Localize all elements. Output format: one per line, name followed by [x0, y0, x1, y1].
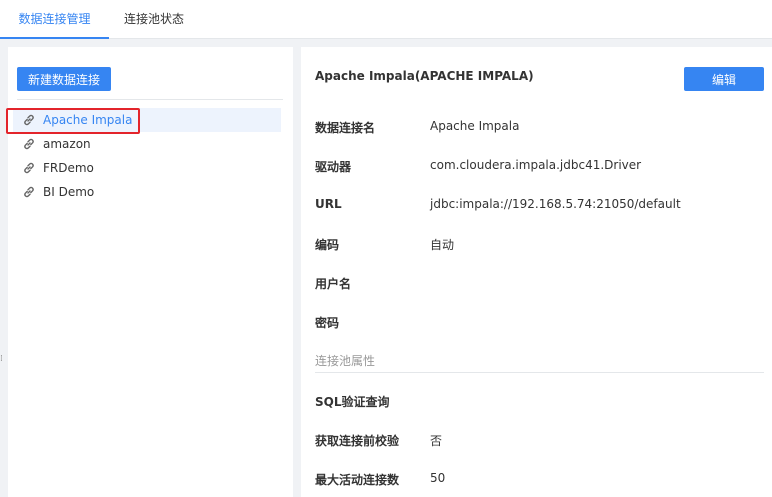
link-icon: [24, 114, 34, 126]
field-validate-before-get: 获取连接前校验 否: [315, 432, 755, 452]
link-icon: [24, 186, 34, 198]
tab-data-connection-management[interactable]: 数据连接管理: [0, 0, 109, 39]
field-label: 编码: [315, 238, 340, 252]
connection-label: Apache Impala: [43, 113, 133, 127]
tab-connection-pool-status[interactable]: 连接池状态: [109, 0, 199, 39]
field-label: 最大活动连接数: [315, 473, 400, 487]
field-value: 50: [430, 471, 446, 485]
left-divider: [17, 99, 283, 100]
connection-detail-pane: Apache Impala(APACHE IMPALA) 编辑 数据连接名 Ap…: [301, 47, 772, 497]
field-driver: 驱动器 com.cloudera.impala.jdbc41.Driver: [315, 158, 755, 178]
connection-list: Apache Impala amazon FRDemo BI Demo: [13, 108, 281, 204]
new-connection-button[interactable]: 新建数据连接: [17, 67, 111, 91]
link-icon: [24, 162, 34, 174]
connection-list-pane: 新建数据连接 Apache Impala amazon FRDemo BI De…: [8, 47, 293, 497]
pool-section-divider: [315, 372, 764, 373]
pane-splitter[interactable]: [293, 47, 301, 497]
field-username: 用户名: [315, 275, 755, 295]
connection-item-bi-demo[interactable]: BI Demo: [13, 180, 281, 204]
connection-item-frdemo[interactable]: FRDemo: [13, 156, 281, 180]
detail-title: Apache Impala(APACHE IMPALA): [315, 69, 534, 83]
field-label: 驱动器: [315, 160, 352, 174]
link-icon: [24, 138, 34, 150]
pool-section-label: 连接池属性: [315, 354, 376, 368]
field-label: 用户名: [315, 277, 352, 291]
field-sql-validation: SQL验证查询: [315, 393, 755, 413]
connection-label: amazon: [43, 137, 91, 151]
field-connection-name: 数据连接名 Apache Impala: [315, 119, 755, 139]
connection-label: BI Demo: [43, 185, 95, 199]
field-label: SQL验证查询: [315, 395, 390, 409]
field-value: 自动: [430, 238, 455, 252]
field-value: jdbc:impala://192.168.5.74:21050/default: [430, 197, 681, 211]
top-tab-bar: 数据连接管理 连接池状态: [0, 0, 772, 39]
field-encoding: 编码 自动: [315, 236, 755, 256]
field-value: com.cloudera.impala.jdbc41.Driver: [430, 158, 642, 172]
field-value: Apache Impala: [430, 119, 520, 133]
field-password: 密码: [315, 314, 755, 334]
edit-button[interactable]: 编辑: [684, 67, 764, 91]
field-label: 获取连接前校验: [315, 434, 400, 448]
field-label: 数据连接名: [315, 121, 376, 135]
connection-item-apache-impala[interactable]: Apache Impala: [13, 108, 281, 132]
field-url: URL jdbc:impala://192.168.5.74:21050/def…: [315, 197, 755, 217]
main-container: 新建数据连接 Apache Impala amazon FRDemo BI De…: [8, 47, 772, 497]
field-value: 否: [430, 434, 443, 448]
field-label: 密码: [315, 316, 340, 330]
connection-item-amazon[interactable]: amazon: [13, 132, 281, 156]
field-max-active: 最大活动连接数 50: [315, 471, 755, 491]
drag-handle-icon[interactable]: ⁞: [0, 352, 4, 366]
field-label: URL: [315, 197, 342, 211]
connection-label: FRDemo: [43, 161, 94, 175]
